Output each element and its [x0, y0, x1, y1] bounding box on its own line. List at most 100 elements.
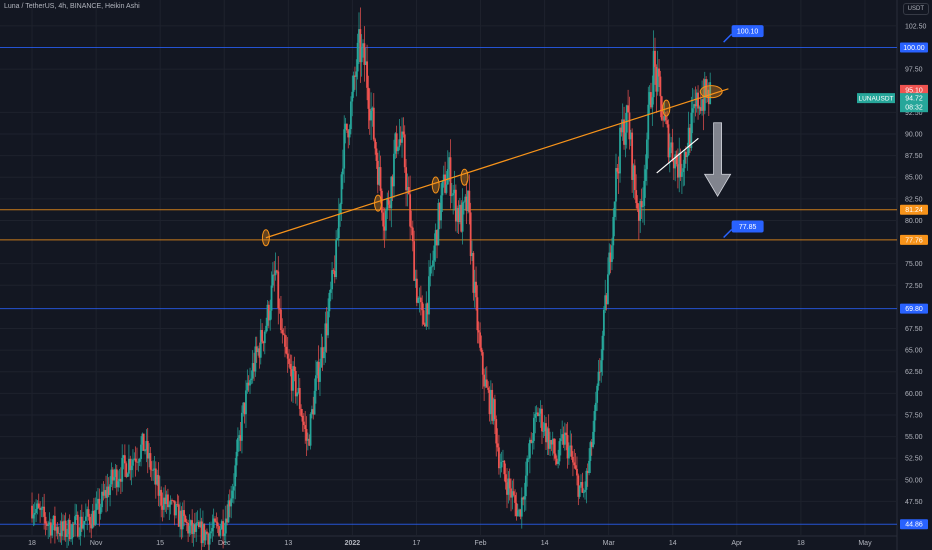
candle-body: [582, 492, 585, 493]
y-tick-label: 80.00: [905, 218, 923, 225]
candle-body: [70, 538, 72, 540]
candle-body: [84, 516, 87, 521]
candle-body: [206, 531, 208, 534]
candle-body: [624, 132, 627, 145]
candle-body: [332, 270, 335, 271]
candle-body: [286, 353, 289, 359]
candle-body: [619, 127, 621, 174]
candle-body: [570, 445, 573, 457]
candle-body: [559, 438, 562, 442]
candle-body: [682, 168, 685, 172]
candle-body: [432, 260, 434, 267]
candle-body: [278, 308, 281, 310]
candle-body: [644, 169, 647, 181]
candle-body: [271, 274, 274, 286]
candle-body: [134, 458, 137, 462]
candle-body: [130, 465, 133, 471]
candle-body: [185, 521, 188, 523]
candle-body: [126, 473, 129, 477]
y-tick-label: 87.50: [905, 153, 923, 160]
y-tick-label: 67.50: [905, 326, 923, 333]
candle-body: [340, 174, 343, 205]
candle-body: [350, 101, 352, 130]
candle-body: [285, 346, 288, 354]
candle-body: [152, 469, 155, 471]
candle-body: [446, 169, 449, 185]
candle-body: [66, 534, 68, 537]
candle-body: [87, 509, 90, 517]
candle-body: [690, 112, 693, 148]
candle-body: [351, 91, 354, 102]
candle-body: [651, 97, 654, 108]
x-tick-label: Apr: [731, 540, 743, 547]
candle-body: [440, 195, 442, 221]
candle-body: [323, 351, 325, 359]
candle-body: [117, 481, 120, 488]
chart-title: Luna / TetherUS, 4h, BINANCE, Heikin Ash…: [4, 3, 140, 10]
chart-background: [0, 0, 932, 550]
currency-badge[interactable]: USDT: [902, 3, 929, 15]
candle-body: [643, 180, 646, 206]
candle-body: [265, 325, 268, 332]
x-tick-label: Dec: [218, 540, 231, 547]
candle-body: [82, 524, 85, 529]
candle-body: [512, 491, 515, 496]
candle-body: [417, 297, 420, 303]
candle-body: [263, 331, 266, 344]
candle-body: [296, 393, 298, 397]
candle-body: [594, 402, 597, 412]
candle-body: [593, 411, 596, 432]
candle-body: [493, 399, 496, 420]
candle-body: [276, 270, 278, 272]
y-tick-label: 97.50: [905, 67, 923, 74]
candle-body: [71, 523, 74, 539]
x-tick-label: 14: [541, 540, 549, 547]
candle-body: [356, 42, 359, 72]
chart-area[interactable]: 102.50 97.50 92.50 90.00 87.50 85.00 82.50 80.0…: [0, 0, 932, 550]
candle-body: [95, 503, 98, 511]
x-tick-label: Nov: [90, 540, 103, 547]
candle-body: [469, 212, 472, 257]
candle-body: [215, 521, 218, 523]
level-price-label: 100.00: [903, 45, 925, 52]
candle-body: [441, 180, 444, 196]
candle-body: [327, 311, 329, 336]
candle-body: [500, 461, 503, 468]
candle-body: [498, 447, 500, 469]
candle-body: [403, 134, 406, 168]
x-tick-label: 14: [669, 540, 677, 547]
candle-body: [666, 120, 669, 125]
candle-body: [607, 274, 609, 305]
candle-body: [647, 104, 650, 140]
candlestick-chart[interactable]: 102.5097.5092.5090.0087.5085.0082.5080.0…: [0, 0, 932, 550]
candle-body: [219, 529, 222, 536]
touch-point-ellipse: [431, 176, 440, 194]
candle-body: [584, 489, 586, 493]
candle-body: [526, 458, 529, 476]
candle-body: [231, 490, 234, 499]
candle-body: [616, 168, 619, 172]
candle-body: [508, 478, 511, 489]
candle-body: [113, 477, 116, 481]
candle-body: [288, 358, 290, 364]
candle-body: [636, 203, 639, 209]
candle-body: [612, 216, 615, 246]
symbol-tag-label: LUNAUSDT: [858, 96, 893, 103]
candle-body: [302, 421, 305, 426]
candle-body: [601, 335, 604, 361]
candle-body: [343, 129, 346, 169]
candle-body: [477, 330, 480, 333]
candle-body: [476, 297, 479, 331]
candle-body: [329, 289, 332, 293]
x-tick-label: 18: [797, 540, 805, 547]
candle-body: [47, 524, 50, 526]
y-tick-label: 72.50: [905, 283, 923, 290]
y-tick-label: 50.00: [905, 477, 923, 484]
touch-point-ellipse: [460, 168, 469, 186]
candle-body: [538, 413, 541, 416]
candle-body: [428, 276, 430, 315]
candle-body: [183, 510, 185, 516]
candle-body: [410, 226, 413, 228]
candle-body: [367, 87, 370, 109]
candle-body: [293, 366, 296, 371]
